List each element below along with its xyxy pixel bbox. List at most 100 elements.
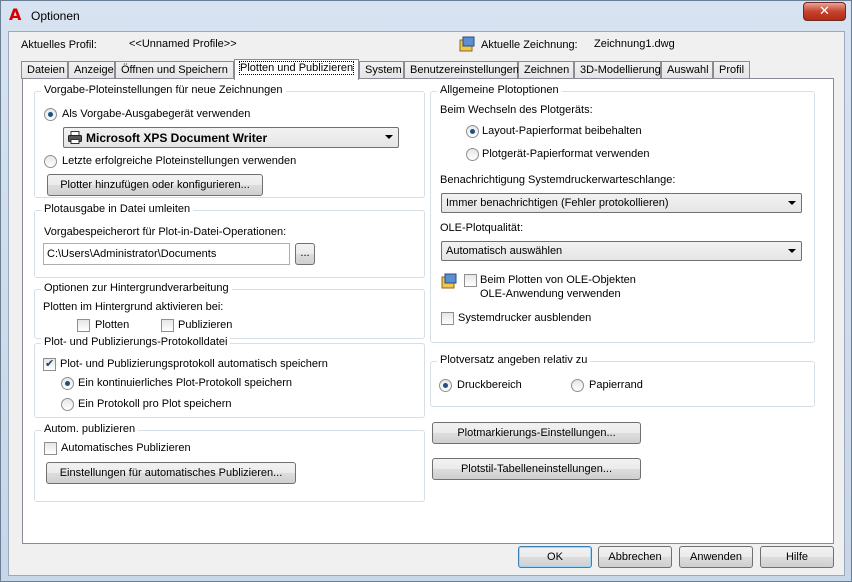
auto-publish-settings-button[interactable]: Einstellungen für automatisches Publizie… xyxy=(46,462,296,484)
radio-default-device[interactable] xyxy=(44,108,57,121)
window-title: Optionen xyxy=(31,9,80,23)
location-input[interactable]: C:\Users\Administrator\Documents xyxy=(43,243,290,265)
group-title: Vorgabe-Ploteinstellungen für neue Zeich… xyxy=(41,84,286,96)
cancel-button[interactable]: Abbrechen xyxy=(598,546,672,568)
radio-keep-layout-paper[interactable] xyxy=(466,125,479,138)
radio-continuous-log-label[interactable]: Ein kontinuierliches Plot-Protokoll spei… xyxy=(78,377,292,389)
radio-use-device-paper-label[interactable]: Plotgerät-Papierformat verwenden xyxy=(482,148,650,160)
profile-label: Aktuelles Profil: xyxy=(21,39,97,51)
tab-system[interactable]: System xyxy=(359,61,404,79)
group-title: Plot- und Publizierungs-Protokolldatei xyxy=(41,336,231,348)
title-bar[interactable]: A Optionen ✕ xyxy=(1,1,851,31)
drawing-value: Zeichnung1.dwg xyxy=(594,38,675,50)
profile-value: <<Unnamed Profile>> xyxy=(129,38,237,50)
checkbox-background-publishing[interactable] xyxy=(161,319,174,332)
general-plot-options-group: Allgemeine Plotoptionen Beim Wechseln de… xyxy=(430,84,815,343)
tab-label: System xyxy=(365,64,402,76)
tab-label: Öffnen und Speichern xyxy=(121,64,228,76)
tab-3d-modellierung[interactable]: 3D-Modellierung xyxy=(574,61,661,79)
checkbox-ole-app[interactable] xyxy=(464,274,477,287)
tab-label: 3D-Modellierung xyxy=(580,64,661,76)
checkbox-ole-app-label-2[interactable]: OLE-Anwendung verwenden xyxy=(480,288,621,300)
log-group: Plot- und Publizierungs-Protokolldatei P… xyxy=(34,336,425,418)
tab-auswahl[interactable]: Auswahl xyxy=(661,61,713,79)
plot-style-table-settings-button[interactable]: Plotstil-Tabelleneinstellungen... xyxy=(432,458,641,480)
checkbox-background-publishing-label[interactable]: Publizieren xyxy=(178,319,232,331)
browse-button[interactable]: ... xyxy=(295,243,315,265)
ole-quality-value: Automatisch auswählen xyxy=(446,245,563,257)
radio-printable-area[interactable] xyxy=(439,379,452,392)
chevron-down-icon[interactable] xyxy=(788,249,796,253)
radio-use-device-paper[interactable] xyxy=(466,148,479,161)
tab-anzeige[interactable]: Anzeige xyxy=(68,61,115,79)
plot-offset-group: Plotversatz angeben relativ zu Druckbere… xyxy=(430,354,815,407)
ole-quality-label: OLE-Plotqualität: xyxy=(440,222,524,234)
checkbox-hide-system-printers-label[interactable]: Systemdrucker ausblenden xyxy=(458,312,591,324)
ole-icon xyxy=(441,273,457,289)
radio-paper-edge[interactable] xyxy=(571,379,584,392)
radio-keep-layout-paper-label[interactable]: Layout-Papierformat beibehalten xyxy=(482,125,642,137)
checkbox-auto-publish-label[interactable]: Automatisches Publizieren xyxy=(61,442,191,454)
tab-label: Profil xyxy=(719,64,745,76)
apply-button[interactable]: Anwenden xyxy=(679,546,753,568)
device-change-label: Beim Wechseln des Plotgeräts: xyxy=(440,104,593,116)
help-button[interactable]: Hilfe xyxy=(760,546,834,568)
plot-to-file-group: Plotausgabe in Datei umleiten Vorgabespe… xyxy=(34,203,425,278)
radio-default-device-label[interactable]: Als Vorgabe-Ausgabegerät verwenden xyxy=(62,108,250,120)
background-group: Optionen zur Hintergrundverarbeitung Plo… xyxy=(34,282,425,339)
checkbox-auto-save-log-label[interactable]: Plot- und Publizierungsprotokoll automat… xyxy=(60,358,328,370)
group-title: Allgemeine Plotoptionen xyxy=(437,84,562,96)
radio-last-successful[interactable] xyxy=(44,155,57,168)
device-select[interactable]: Microsoft XPS Document Writer xyxy=(63,127,399,148)
background-enable-label: Plotten im Hintergrund aktivieren bei: xyxy=(43,301,224,313)
spool-alert-select[interactable]: Immer benachrichtigen (Fehler protokolli… xyxy=(441,193,802,213)
checkbox-background-plotting-label[interactable]: Plotten xyxy=(95,319,129,331)
tab-label: Dateien xyxy=(27,64,65,76)
group-title: Plotausgabe in Datei umleiten xyxy=(41,203,194,215)
ole-quality-select[interactable]: Automatisch auswählen xyxy=(441,241,802,261)
tab-plotten-publizieren[interactable]: Plotten und Publizieren xyxy=(234,59,359,80)
checkbox-hide-system-printers[interactable] xyxy=(441,312,454,325)
tab-benutzereinstellungen[interactable]: Benutzereinstellungen xyxy=(404,61,519,79)
checkbox-ole-app-label-1[interactable]: Beim Plotten von OLE-Objekten xyxy=(480,274,636,286)
radio-per-plot-log-label[interactable]: Ein Protokoll pro Plot speichern xyxy=(78,398,231,410)
radio-continuous-log[interactable] xyxy=(61,377,74,390)
default-plot-group: Vorgabe-Ploteinstellungen für neue Zeich… xyxy=(34,84,425,198)
spool-alert-value: Immer benachrichtigen (Fehler protokolli… xyxy=(446,197,669,209)
tab-profil[interactable]: Profil xyxy=(713,61,750,79)
tab-label: Anzeige xyxy=(74,64,114,76)
tab-label: Benutzereinstellungen xyxy=(410,64,519,76)
close-button[interactable]: ✕ xyxy=(803,2,846,21)
group-title: Optionen zur Hintergrundverarbeitung xyxy=(41,282,232,294)
drawing-icon xyxy=(459,36,475,52)
plot-stamp-settings-button[interactable]: Plotmarkierungs-Einstellungen... xyxy=(432,422,641,444)
checkbox-background-plotting[interactable] xyxy=(77,319,90,332)
radio-paper-edge-label[interactable]: Papierrand xyxy=(589,379,643,391)
tab-zeichnen[interactable]: Zeichnen xyxy=(518,61,574,79)
radio-last-successful-label[interactable]: Letzte erfolgreiche Ploteinstellungen ve… xyxy=(62,155,296,167)
tab-label: Auswahl xyxy=(667,64,709,76)
checkbox-auto-publish[interactable] xyxy=(44,442,57,455)
ok-button[interactable]: OK xyxy=(518,546,592,568)
tab-panel-plotten: Vorgabe-Ploteinstellungen für neue Zeich… xyxy=(22,78,834,544)
tab-dateien[interactable]: Dateien xyxy=(21,61,68,79)
group-title: Plotversatz angeben relativ zu xyxy=(437,354,591,366)
dialog-client: Aktuelles Profil: <<Unnamed Profile>> Ak… xyxy=(8,31,845,576)
printer-icon xyxy=(68,131,82,147)
tab-oeffnen-speichern[interactable]: Öffnen und Speichern xyxy=(115,61,234,79)
spool-alert-label: Benachrichtigung Systemdruckerwarteschla… xyxy=(440,174,676,186)
group-title: Autom. publizieren xyxy=(41,423,139,435)
chevron-down-icon[interactable] xyxy=(788,201,796,205)
device-value: Microsoft XPS Document Writer xyxy=(86,131,268,145)
auto-publish-group: Autom. publizieren Automatisches Publizi… xyxy=(34,423,425,502)
options-dialog: A Optionen ✕ Aktuelles Profil: <<Unnamed… xyxy=(0,0,852,582)
checkbox-auto-save-log[interactable] xyxy=(43,357,56,371)
autocad-logo-icon: A xyxy=(9,5,22,24)
add-plotter-button[interactable]: Plotter hinzufügen oder konfigurieren... xyxy=(47,174,263,196)
radio-per-plot-log[interactable] xyxy=(61,398,74,411)
location-label: Vorgabespeicherort für Plot-in-Datei-Ope… xyxy=(44,226,287,238)
tab-label: Plotten und Publizieren xyxy=(238,61,355,75)
tab-label: Zeichnen xyxy=(524,64,570,76)
radio-printable-area-label[interactable]: Druckbereich xyxy=(457,379,522,391)
chevron-down-icon[interactable] xyxy=(385,135,393,139)
